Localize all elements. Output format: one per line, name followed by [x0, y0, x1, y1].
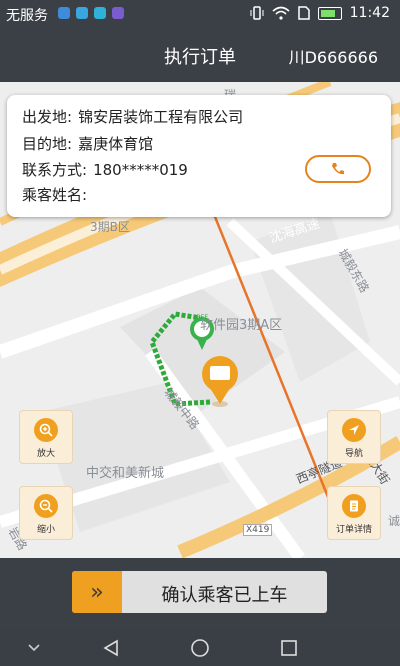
confirm-boarded-slider[interactable]: » 确认乘客已上车	[72, 571, 327, 613]
origin-value: 锦安居装饰工程有限公司	[78, 108, 244, 126]
map-label-district: 3期B区	[90, 220, 130, 234]
double-chevron-right-icon[interactable]: »	[72, 571, 122, 613]
order-detail-label: 订单详情	[335, 525, 372, 535]
navigate-label: 导航	[344, 449, 363, 459]
call-button[interactable]	[305, 155, 371, 183]
destination-value: 嘉庚体育馆	[78, 135, 154, 153]
status-time: 11:42	[349, 5, 390, 21]
navigate-button[interactable]: 导航	[327, 410, 381, 464]
destination-label: 目的地:	[22, 135, 73, 153]
wifi-icon	[272, 6, 290, 20]
status-bar: 无服务 11:42	[0, 0, 400, 28]
notification-icon	[112, 7, 124, 19]
carrier-text: 无服务	[6, 8, 48, 24]
map-label-road-right: 诚	[388, 514, 400, 528]
status-right: 11:42	[250, 5, 390, 21]
passenger-label: 乘客姓名:	[22, 186, 88, 204]
collapse-chevron-icon[interactable]	[27, 643, 41, 653]
back-icon[interactable]	[101, 638, 121, 658]
home-icon[interactable]	[190, 638, 210, 658]
notification-icon	[58, 7, 70, 19]
notification-icon	[94, 7, 106, 19]
contact-row: 联系方式: 180*****019	[22, 159, 188, 180]
title-bar: 执行订单 川D666666	[0, 28, 400, 82]
document-icon	[342, 494, 366, 518]
navigation-arrow-icon	[342, 418, 366, 442]
zoom-out-label: 缩小	[36, 525, 55, 535]
zoom-out-button[interactable]: 缩小	[19, 486, 73, 540]
confirm-boarded-label: 确认乘客已上车	[161, 585, 288, 606]
map-label-neighborhood: 中交和美新城	[86, 466, 165, 481]
battery-icon	[317, 6, 342, 20]
passenger-row: 乘客姓名:	[22, 184, 93, 205]
recents-icon[interactable]	[279, 638, 299, 658]
destination-row: 目的地: 嘉庚体育馆	[22, 133, 153, 154]
zoom-in-button[interactable]: 放大	[19, 410, 73, 464]
order-detail-button[interactable]: 订单详情	[327, 486, 381, 540]
zoom-in-icon	[34, 418, 58, 442]
contact-value: 180*****019	[93, 161, 188, 179]
map-label-road-code: X419	[243, 524, 273, 536]
contact-label: 联系方式:	[22, 161, 88, 179]
bottom-action-bar: » 确认乘客已上车	[0, 558, 400, 630]
license-plate: 川D666666	[288, 48, 378, 67]
vibrate-icon	[250, 6, 264, 20]
order-info-card: 出发地: 锦安居装饰工程有限公司 目的地: 嘉庚体育馆 联系方式: 180*****0…	[7, 95, 391, 217]
map-label-park: 软件园3期A区	[200, 318, 283, 333]
zoom-out-icon	[34, 494, 58, 518]
origin-row: 出发地: 锦安居装饰工程有限公司	[22, 106, 243, 127]
system-nav-bar	[0, 630, 400, 666]
notification-icon	[76, 7, 88, 19]
zoom-in-label: 放大	[36, 449, 55, 459]
phone-icon	[332, 163, 344, 175]
sim-icon	[297, 6, 310, 20]
origin-label: 出发地:	[22, 108, 73, 126]
